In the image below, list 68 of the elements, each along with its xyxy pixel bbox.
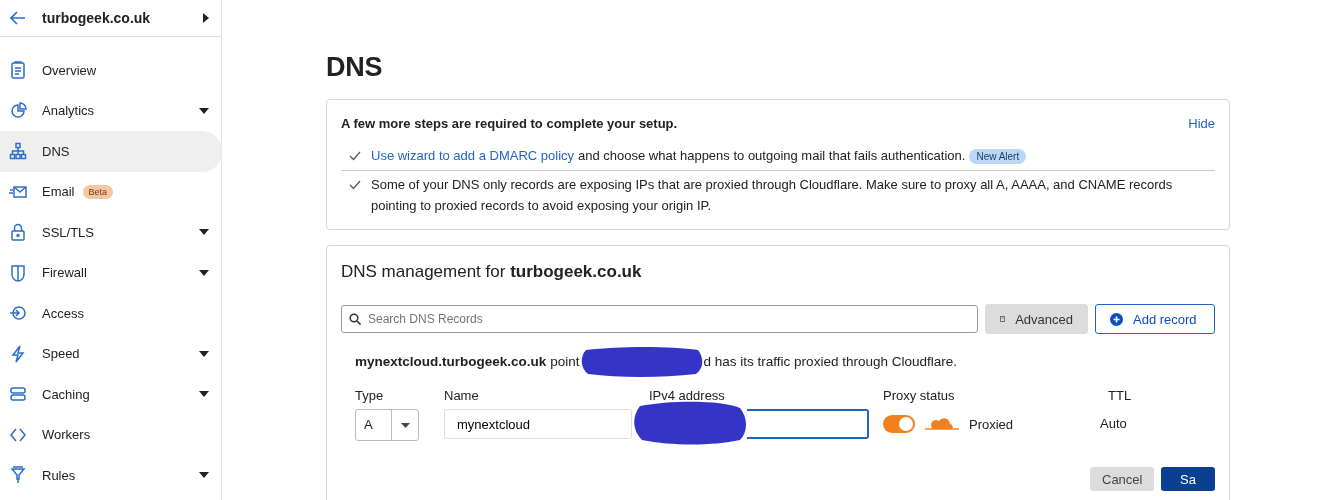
domain-title: turbogeek.co.uk <box>42 10 152 26</box>
sidebar-item[interactable]: Rules <box>0 455 221 496</box>
check-icon <box>349 180 361 190</box>
field-label: Type <box>355 388 385 405</box>
wizard-link[interactable]: Use wizard to add a DMARC policy <box>371 148 575 163</box>
ttl-value: Auto <box>1100 415 1128 433</box>
sidebar-item[interactable]: Firewall <box>0 252 221 293</box>
step-text: and choose what happens to outgoing mail that fails authentication. <box>578 148 966 163</box>
item-label: Speed <box>42 346 80 362</box>
shield-icon <box>9 263 27 282</box>
sidebar-item[interactable]: Workers <box>0 414 221 455</box>
funnel-icon <box>9 466 27 485</box>
back-arrow-icon[interactable] <box>10 11 26 25</box>
proxy-toggle[interactable] <box>883 415 915 433</box>
name-input[interactable]: mynextcloud <box>444 409 632 439</box>
sidebar-item[interactable]: Caching <box>0 374 221 415</box>
item-label: Workers <box>42 427 91 443</box>
caret-icon[interactable] <box>203 13 209 23</box>
step-text: Some of your DNS only records are exposing IPs that are proxied through Cloudflare. Make sure to proxy all A, AAAA, and CNAME records pointing to proxied records to avoid exposing your origin IP. <box>371 177 1173 213</box>
item-label: Caching <box>42 386 90 402</box>
caret-icon <box>400 422 410 428</box>
item-label: Access <box>42 305 84 321</box>
advanced-button[interactable]: Advanced <box>985 304 1088 334</box>
sidebar-item[interactable]: Speed <box>0 333 221 374</box>
type-dropdown[interactable]: A <box>355 409 419 441</box>
item-label: Overview <box>42 62 97 78</box>
lock-icon <box>9 223 27 242</box>
item-label: Firewall <box>42 265 87 281</box>
save-button[interactable]: Sa <box>1161 467 1215 491</box>
field-label: TTL <box>1108 388 1132 405</box>
book-icon <box>1000 313 1006 325</box>
item-label: Rules <box>42 467 76 483</box>
field-label: Name <box>444 388 480 405</box>
item-label: DNS <box>42 143 70 159</box>
sidebar-item[interactable]: Email Beta <box>0 171 221 212</box>
record-name: mynextcloud.turbogeek.co.uk <box>355 354 547 370</box>
sidebar-item[interactable]: SSL/TLS <box>0 212 221 253</box>
search-field[interactable]: Search DNS Records <box>341 305 978 333</box>
proxy-status-text: Proxied <box>969 416 1014 432</box>
cloud-icon <box>925 417 959 431</box>
pie-chart-icon <box>9 101 27 120</box>
note-text: point <box>550 354 580 370</box>
stack-icon <box>9 385 27 404</box>
check-icon <box>349 151 361 161</box>
sidebar-item[interactable]: Access <box>0 293 221 334</box>
sidebar-item[interactable]: DNS <box>0 131 222 172</box>
page-title: DNS <box>326 52 384 83</box>
new-alert-badge: New Alert <box>969 149 1027 164</box>
card-heading: DNS management for turbogeek.co.uk <box>341 262 643 282</box>
lightning-icon <box>9 344 27 363</box>
beta-badge: Beta <box>82 184 114 199</box>
add-record-button[interactable]: Add record <box>1095 304 1215 334</box>
item-label: Email <box>42 184 75 200</box>
setup-heading: A few more steps are required to complete your setup. <box>341 116 678 131</box>
document-icon <box>9 61 27 80</box>
cancel-button[interactable]: Cancel <box>1090 467 1154 491</box>
network-tree-icon <box>9 142 27 161</box>
search-icon <box>349 313 361 325</box>
field-label: IPv4 address <box>649 388 726 405</box>
sidebar-item[interactable]: Analytics <box>0 90 221 131</box>
item-label: Analytics <box>42 103 95 119</box>
field-label: Proxy status <box>883 388 956 405</box>
sidebar-item[interactable]: Overview <box>0 50 221 91</box>
note-text: d has its traffic proxied through Cloudflare. <box>703 354 957 370</box>
ip-address-input[interactable] <box>747 409 869 439</box>
hide-link[interactable]: Hide <box>1188 116 1215 131</box>
plus-circle-icon <box>1110 312 1123 326</box>
item-label: SSL/TLS <box>42 224 95 240</box>
